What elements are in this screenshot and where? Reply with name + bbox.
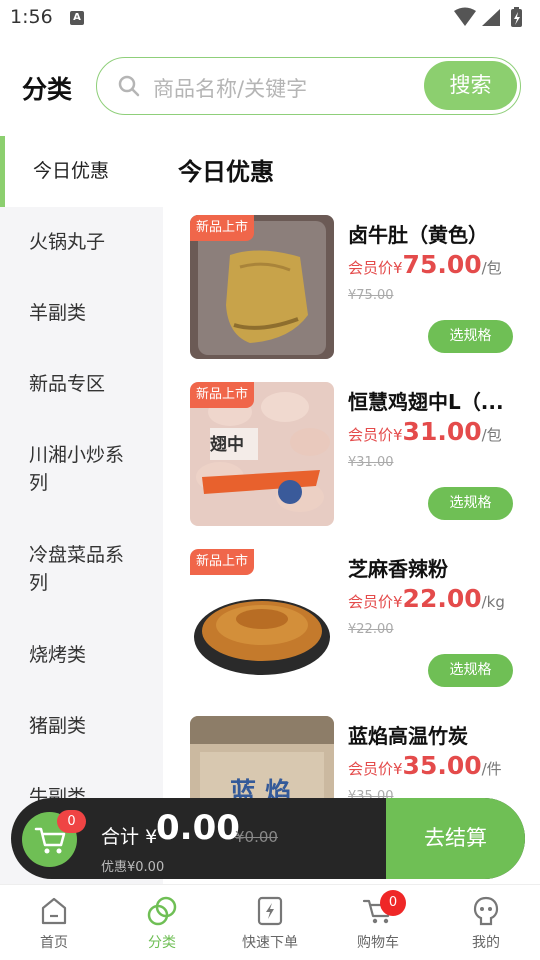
tab-quick-order[interactable]: 快速下单: [216, 885, 324, 960]
cart-count-badge: 0: [57, 810, 86, 833]
product-card[interactable]: 新品上市 卤牛肚（黄色） 会员价¥75.00/包 ¥75.00 选规格: [190, 215, 530, 360]
search-icon: [118, 75, 140, 101]
home-icon: [41, 897, 67, 925]
header: 分类 商品名称/关键字 搜索: [0, 56, 540, 116]
tab-home[interactable]: 首页: [0, 885, 108, 960]
sidebar-item-new-products[interactable]: 新品专区: [0, 370, 163, 398]
product-price: 会员价¥75.00/包: [348, 250, 502, 279]
discount-amount: 优惠¥0.00: [101, 860, 165, 875]
total-label: 合计 ¥: [101, 826, 158, 848]
category-sidebar: 今日优惠 火锅丸子 羊副类 新品专区 川湘小炒系列 冷盘菜品系列 烧烤类 猪副类…: [0, 136, 163, 884]
battery-icon: [511, 7, 522, 27]
status-icons: [454, 7, 530, 33]
search-input[interactable]: 商品名称/关键字 搜索: [96, 57, 521, 115]
product-image[interactable]: 新品上市: [190, 215, 334, 359]
page-title: 分类: [22, 75, 73, 104]
product-original-price: ¥75.00: [348, 288, 394, 303]
signal-icon: [482, 9, 500, 26]
new-product-tag: 新品上市: [190, 549, 255, 575]
total-amount: 0.00: [156, 808, 240, 848]
product-price: 会员价¥31.00/包: [348, 417, 502, 446]
search-placeholder: 商品名称/关键字: [153, 77, 308, 101]
sidebar-item-bbq[interactable]: 烧烤类: [0, 641, 163, 669]
sidebar-item-today-deals[interactable]: 今日优惠: [0, 136, 163, 207]
product-price: 会员价¥22.00/kg: [348, 584, 505, 613]
tab-cart[interactable]: 0 购物车: [324, 885, 432, 960]
select-spec-button[interactable]: 选规格: [428, 320, 513, 353]
product-image[interactable]: 新品上市 翅中: [190, 382, 334, 526]
status-time: 1:56: [10, 6, 53, 28]
quick-order-icon: [257, 896, 283, 926]
product-original-price: ¥31.00: [348, 455, 394, 470]
profile-icon: [473, 896, 499, 926]
sidebar-item-cold-dishes[interactable]: 冷盘菜品系列: [0, 541, 163, 597]
package-label: 翅中: [210, 435, 244, 455]
sidebar-item-pork-offal[interactable]: 猪副类: [0, 712, 163, 740]
product-price: 会员价¥35.00/件: [348, 751, 502, 780]
product-name[interactable]: 卤牛肚（黄色）: [348, 219, 516, 248]
sidebar-item-sichuan-hunan[interactable]: 川湘小炒系列: [0, 441, 163, 497]
cart-tab-badge: 0: [380, 890, 406, 916]
cart-summary-bar: 0 合计 ¥ 0.00 ¥0.00 优惠¥0.00 去结算: [11, 798, 525, 879]
product-image[interactable]: 新品上市: [190, 549, 334, 693]
product-original-price: ¥22.00: [348, 622, 394, 637]
wifi-icon: [454, 7, 476, 26]
select-spec-button[interactable]: 选规格: [428, 654, 513, 687]
sidebar-item-hotpot-balls[interactable]: 火锅丸子: [0, 228, 163, 256]
product-name[interactable]: 蓝焰高温竹炭: [348, 720, 516, 749]
notification-icon: A: [70, 11, 84, 25]
status-bar: 1:56 A: [0, 0, 540, 36]
sidebar-item-lamb-offal[interactable]: 羊副类: [0, 299, 163, 327]
checkout-button[interactable]: 去结算: [386, 798, 525, 879]
bottom-tabbar: 首页 分类 快速下单 0 购物车 我的: [0, 884, 540, 960]
new-product-tag: 新品上市: [190, 215, 255, 241]
product-name[interactable]: 芝麻香辣粉: [348, 553, 516, 582]
select-spec-button[interactable]: 选规格: [428, 487, 513, 520]
product-card[interactable]: 新品上市 芝麻香辣粉 会员价¥22.00/kg ¥22.00 选规格: [190, 549, 530, 694]
new-product-tag: 新品上市: [190, 382, 255, 408]
tab-category[interactable]: 分类: [108, 885, 216, 960]
total-original-price: ¥0.00: [235, 828, 278, 846]
product-name[interactable]: 恒慧鸡翅中L（...: [348, 386, 516, 415]
search-button[interactable]: 搜索: [424, 61, 517, 110]
product-card[interactable]: 新品上市 翅中 恒慧鸡翅中L（... 会员价¥31.00/包 ¥31.00 选规…: [190, 382, 530, 527]
tab-profile[interactable]: 我的: [432, 885, 540, 960]
section-title: 今日优惠: [178, 158, 274, 186]
category-icon: [147, 896, 177, 926]
